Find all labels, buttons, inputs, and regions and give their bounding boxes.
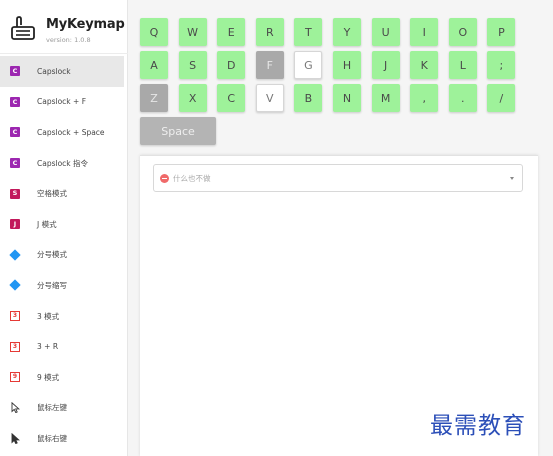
sidebar-item-j-mode[interactable]: J J 模式	[0, 209, 128, 240]
nine-icon: 9	[10, 372, 20, 383]
key-w[interactable]: W	[178, 18, 207, 46]
sidebar-item-space-mode[interactable]: S 空格模式	[0, 178, 128, 209]
action-select[interactable]: 什么也不做	[153, 164, 523, 192]
app-title: MyKeymap	[46, 17, 125, 32]
key-j[interactable]: J	[371, 51, 400, 79]
sidebar-item-capslock-command[interactable]: C Capslock 指令	[0, 148, 128, 179]
action-select-value: 什么也不做	[173, 173, 211, 183]
key-y[interactable]: Y	[333, 18, 361, 46]
sidebar-item-label: 鼠标左键	[37, 403, 67, 413]
capslock-icon: C	[10, 127, 20, 138]
key-g[interactable]: G	[294, 51, 323, 79]
key-semicolon[interactable]: ;	[487, 51, 516, 79]
key-t[interactable]: T	[294, 18, 323, 46]
sidebar-item-label: 分号模式	[37, 250, 67, 260]
key-h[interactable]: H	[333, 51, 361, 79]
key-m[interactable]: M	[371, 84, 400, 112]
key-q[interactable]: Q	[140, 18, 168, 46]
app-window: MyKeymap version: 1.0.8 C Capslock C Cap…	[0, 0, 553, 456]
space-icon: S	[10, 188, 20, 199]
sidebar-item-9-mode[interactable]: 9 9 模式	[0, 362, 128, 393]
three-icon: 3	[10, 311, 20, 322]
chevron-down-icon[interactable]	[510, 177, 514, 180]
sidebar-item-mouse-right[interactable]: 鼠标右键	[0, 423, 128, 454]
sidebar-item-label: 3 模式	[37, 311, 60, 321]
sidebar-item-label: Capslock + Space	[37, 127, 105, 137]
key-e[interactable]: E	[217, 18, 246, 46]
key-period[interactable]: .	[448, 84, 477, 112]
sidebar: MyKeymap version: 1.0.8 C Capslock C Cap…	[0, 0, 128, 456]
key-slash[interactable]: /	[487, 84, 516, 112]
sidebar-item-mouse-left[interactable]: 鼠标左键	[0, 393, 128, 424]
diamond-icon	[9, 279, 21, 292]
sidebar-item-semicolon-abbr[interactable]: 分号缩写	[0, 270, 128, 301]
key-space[interactable]: Space	[140, 117, 216, 145]
sidebar-item-label: 鼠标右键	[37, 433, 67, 443]
sidebar-item-label: Capslock	[37, 66, 71, 76]
sidebar-item-label: 分号缩写	[37, 280, 67, 290]
sidebar-item-capslock[interactable]: C Capslock	[0, 56, 124, 87]
sidebar-item-label: 空格模式	[37, 189, 67, 199]
no-entry-icon	[160, 173, 169, 183]
capslock-icon: C	[10, 66, 20, 77]
sidebar-item-capslock-space[interactable]: C Capslock + Space	[0, 117, 128, 148]
app-version: version: 1.0.8	[46, 36, 91, 44]
key-l[interactable]: L	[448, 51, 477, 79]
key-a[interactable]: A	[140, 51, 168, 79]
j-icon: J	[10, 219, 20, 230]
sidebar-nav: C Capslock C Capslock + F C Capslock + S…	[0, 56, 128, 454]
key-c[interactable]: C	[217, 84, 246, 112]
key-n[interactable]: N	[333, 84, 361, 112]
watermark: 最需教育	[430, 413, 526, 439]
diamond-icon	[9, 249, 21, 261]
key-d[interactable]: D	[217, 51, 246, 79]
sidebar-item-label: 9 模式	[37, 372, 60, 382]
sidebar-item-semicolon-mode[interactable]: 分号模式	[0, 240, 128, 271]
capslock-icon: C	[10, 158, 20, 169]
key-k[interactable]: K	[410, 51, 439, 79]
sidebar-item-label: Capslock 指令	[37, 158, 89, 168]
key-v[interactable]: V	[255, 84, 284, 112]
sidebar-item-capslock-f[interactable]: C Capslock + F	[0, 87, 128, 118]
brand-header: MyKeymap version: 1.0.8	[0, 0, 128, 54]
three-icon: 3	[10, 341, 20, 352]
key-r[interactable]: R	[255, 18, 284, 46]
key-s[interactable]: S	[178, 51, 207, 79]
sidebar-item-3-mode[interactable]: 3 3 模式	[0, 301, 128, 332]
key-p[interactable]: P	[487, 18, 516, 46]
sidebar-item-label: Capslock + F	[37, 97, 87, 107]
key-f[interactable]: F	[255, 51, 284, 79]
key-x[interactable]: X	[178, 84, 207, 112]
key-comma[interactable]: ,	[410, 84, 439, 112]
keyboard-hand-icon	[11, 16, 35, 40]
capslock-icon: C	[10, 96, 20, 107]
key-o[interactable]: O	[448, 18, 477, 46]
sidebar-item-3-r[interactable]: 3 3 + R	[0, 331, 128, 362]
key-b[interactable]: B	[294, 84, 323, 112]
mouse-pointer-icon	[10, 402, 20, 414]
sidebar-item-label: 3 + R	[37, 342, 59, 352]
sidebar-item-label: J 模式	[37, 219, 57, 229]
mouse-pointer-filled-icon	[10, 432, 20, 444]
key-z[interactable]: Z	[140, 84, 168, 112]
key-i[interactable]: I	[410, 18, 439, 46]
key-u[interactable]: U	[371, 18, 400, 46]
